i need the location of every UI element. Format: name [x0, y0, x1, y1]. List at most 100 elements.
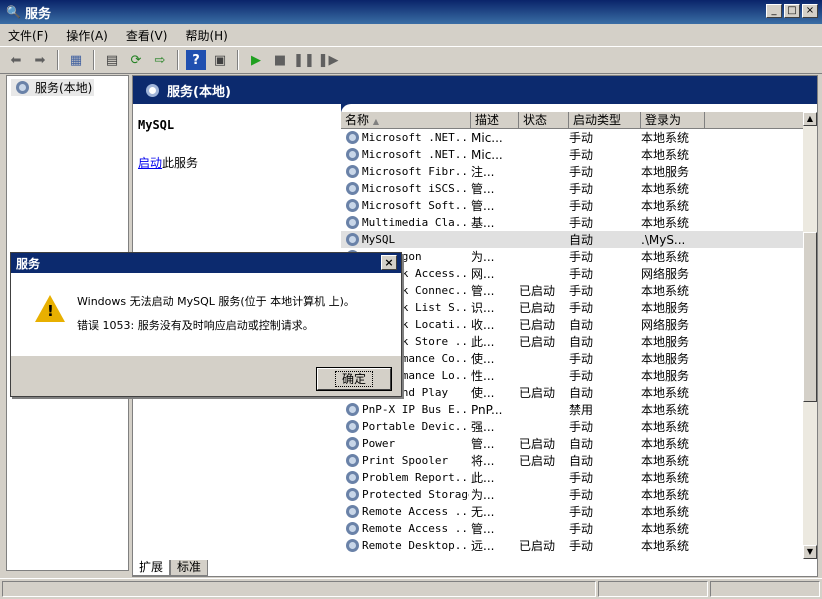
close-button[interactable]: × [802, 4, 818, 18]
logon-cell: 本地系统 [641, 420, 690, 434]
service-name-cell: Print Spooler [341, 454, 469, 467]
service-name-cell: Microsoft .NET... [341, 148, 469, 161]
logon-cell: 本地系统 [641, 522, 690, 536]
column-logon-as[interactable]: 登录为 [641, 112, 705, 129]
table-row[interactable]: Print Spooler 将... 已启动 自动 本地系统 [341, 452, 803, 469]
description-cell: Mic... [471, 130, 503, 145]
status-cell: 已启动 [519, 284, 556, 298]
view-icon[interactable]: ▣ [210, 50, 230, 70]
scroll-down-icon[interactable]: ▼ [803, 545, 817, 559]
help-icon[interactable]: ? [186, 50, 206, 70]
table-row[interactable]: Network Access... 网... 手动 网络服务 [341, 265, 803, 282]
table-row[interactable]: Network List S... 识... 已启动 手动 本地服务 [341, 299, 803, 316]
play-icon[interactable]: ▶ [246, 50, 266, 70]
table-row[interactable]: Multimedia Cla... 基... 手动 本地系统 [341, 214, 803, 231]
logon-cell: 本地服务 [641, 369, 690, 383]
service-gear-icon [346, 505, 359, 518]
table-row[interactable]: Power 管... 已启动 自动 本地系统 [341, 435, 803, 452]
service-list: 名称 ▲ 描述 状态 启动类型 登录为 Microsoft .NET... Mic… [341, 104, 817, 559]
logon-cell: 本地系统 [641, 471, 690, 485]
table-row[interactable]: Microsoft Fibr... 注... 手动 本地服务 [341, 163, 803, 180]
table-row[interactable]: Net Logon为...手动本地系统 [341, 248, 803, 265]
menu-action[interactable]: 操作(A) [66, 27, 108, 44]
tab-extended[interactable]: 扩展 [132, 560, 171, 576]
table-row[interactable]: Microsoft .NET... Mic... 手动 本地系统 [341, 146, 803, 163]
table-row[interactable]: Remote Access ... 管... 手动 本地系统 [341, 520, 803, 537]
column-startup-type[interactable]: 启动类型 [569, 112, 641, 129]
logon-cell: 网络服务 [641, 267, 690, 281]
service-name-cell: Remote Access ... [341, 505, 469, 518]
table-row[interactable]: Protected Storage 为... 手动 本地系统 [341, 486, 803, 503]
logon-cell: 本地系统 [641, 505, 690, 519]
table-row[interactable]: Microsoft .NET... Mic... 手动 本地系统 [341, 129, 803, 146]
description-cell: 将... [471, 454, 495, 468]
menu-view[interactable]: 查看(V) [126, 27, 168, 44]
logon-cell: 网络服务 [641, 318, 690, 332]
dialog-title: 服务 [16, 256, 41, 271]
logon-cell: 本地服务 [641, 301, 690, 315]
service-gear-icon [346, 437, 359, 450]
service-gear-icon [346, 539, 359, 552]
logon-cell: 本地系统 [641, 488, 690, 502]
minimize-button[interactable]: _ [766, 4, 782, 18]
resume-icon[interactable]: ❚▶ [318, 50, 339, 70]
startup-type-cell: 手动 [569, 539, 594, 553]
services-icon [16, 81, 29, 94]
vertical-scrollbar[interactable]: ▲ ▼ [803, 112, 817, 559]
service-gear-icon [346, 182, 359, 195]
properties-icon[interactable]: ▤ [102, 50, 122, 70]
status-bar [0, 578, 822, 599]
startup-type-cell: 手动 [569, 369, 594, 383]
table-row[interactable]: Network Store ... 此... 已启动 自动 本地服务 [341, 333, 803, 350]
column-name[interactable]: 名称 ▲ [341, 112, 471, 129]
start-service-link[interactable]: 启动 [138, 156, 162, 170]
menu-help[interactable]: 帮助(H) [185, 27, 227, 44]
description-cell: 性... [471, 369, 495, 383]
column-description[interactable]: 描述 [471, 112, 519, 129]
pause-icon[interactable]: ❚❚ [293, 50, 315, 70]
table-row[interactable]: Microsoft Soft... 管... 手动 本地系统 [341, 197, 803, 214]
back-icon[interactable]: ⬅ [6, 50, 26, 70]
tab-standard[interactable]: 标准 [170, 560, 209, 576]
export-icon[interactable]: ⇨ [150, 50, 170, 70]
table-row[interactable]: Network Locati... 收... 已启动 自动 网络服务 [341, 316, 803, 333]
logon-cell: 本地服务 [641, 352, 690, 366]
table-row[interactable]: Remote Access ... 无... 手动 本地系统 [341, 503, 803, 520]
status-panel [710, 581, 820, 597]
table-row[interactable]: PnP-X IP Bus E... PnP... 禁用 本地系统 [341, 401, 803, 418]
startup-type-cell: 自动 [569, 386, 594, 400]
table-row[interactable]: Performance Lo... 性... 手动 本地服务 [341, 367, 803, 384]
logon-cell: 本地系统 [641, 250, 690, 264]
scroll-thumb[interactable] [803, 232, 817, 402]
startup-type-cell: 自动 [569, 454, 594, 468]
description-cell: 网... [471, 267, 495, 281]
menu-file[interactable]: 文件(F) [8, 27, 48, 44]
forward-icon[interactable]: ➡ [30, 50, 50, 70]
up-icon[interactable]: ▦ [66, 50, 86, 70]
startup-type-cell: 手动 [569, 284, 594, 298]
table-row[interactable]: Plug and Play 使... 已启动 自动 本地系统 [341, 384, 803, 401]
table-row[interactable]: Network Connec... 管... 已启动 手动 本地系统 [341, 282, 803, 299]
table-row[interactable]: Microsoft iSCS... 管... 手动 本地系统 [341, 180, 803, 197]
dialog-close-button[interactable]: × [381, 255, 397, 270]
table-row[interactable]: MySQL 自动 .\MyS... [341, 231, 803, 248]
service-name-cell: Protected Storage [341, 488, 469, 501]
logon-cell: 本地系统 [641, 284, 690, 298]
logon-cell: 本地服务 [641, 165, 690, 179]
tree-item-services-local[interactable]: 服务(本地) [11, 79, 95, 96]
logon-cell: 本地系统 [641, 386, 690, 400]
stop-icon[interactable]: ■ [270, 50, 290, 70]
scroll-up-icon[interactable]: ▲ [803, 112, 817, 126]
logon-cell: 本地系统 [641, 199, 690, 213]
ok-button[interactable]: 确定 [316, 367, 392, 391]
startup-type-cell: 手动 [569, 471, 594, 485]
table-row[interactable]: Performance Co... 使... 手动 本地服务 [341, 350, 803, 367]
table-row[interactable]: Problem Report... 此... 手动 本地系统 [341, 469, 803, 486]
startup-type-cell: 手动 [569, 488, 594, 502]
table-row[interactable]: Portable Devic... 强... 手动 本地系统 [341, 418, 803, 435]
status-cell: 已启动 [519, 318, 556, 332]
column-status[interactable]: 状态 [519, 112, 569, 129]
maximize-button[interactable]: □ [784, 4, 800, 18]
table-row[interactable]: Remote Desktop... 远... 已启动 手动 本地系统 [341, 537, 803, 554]
refresh-icon[interactable]: ⟳ [126, 50, 146, 70]
